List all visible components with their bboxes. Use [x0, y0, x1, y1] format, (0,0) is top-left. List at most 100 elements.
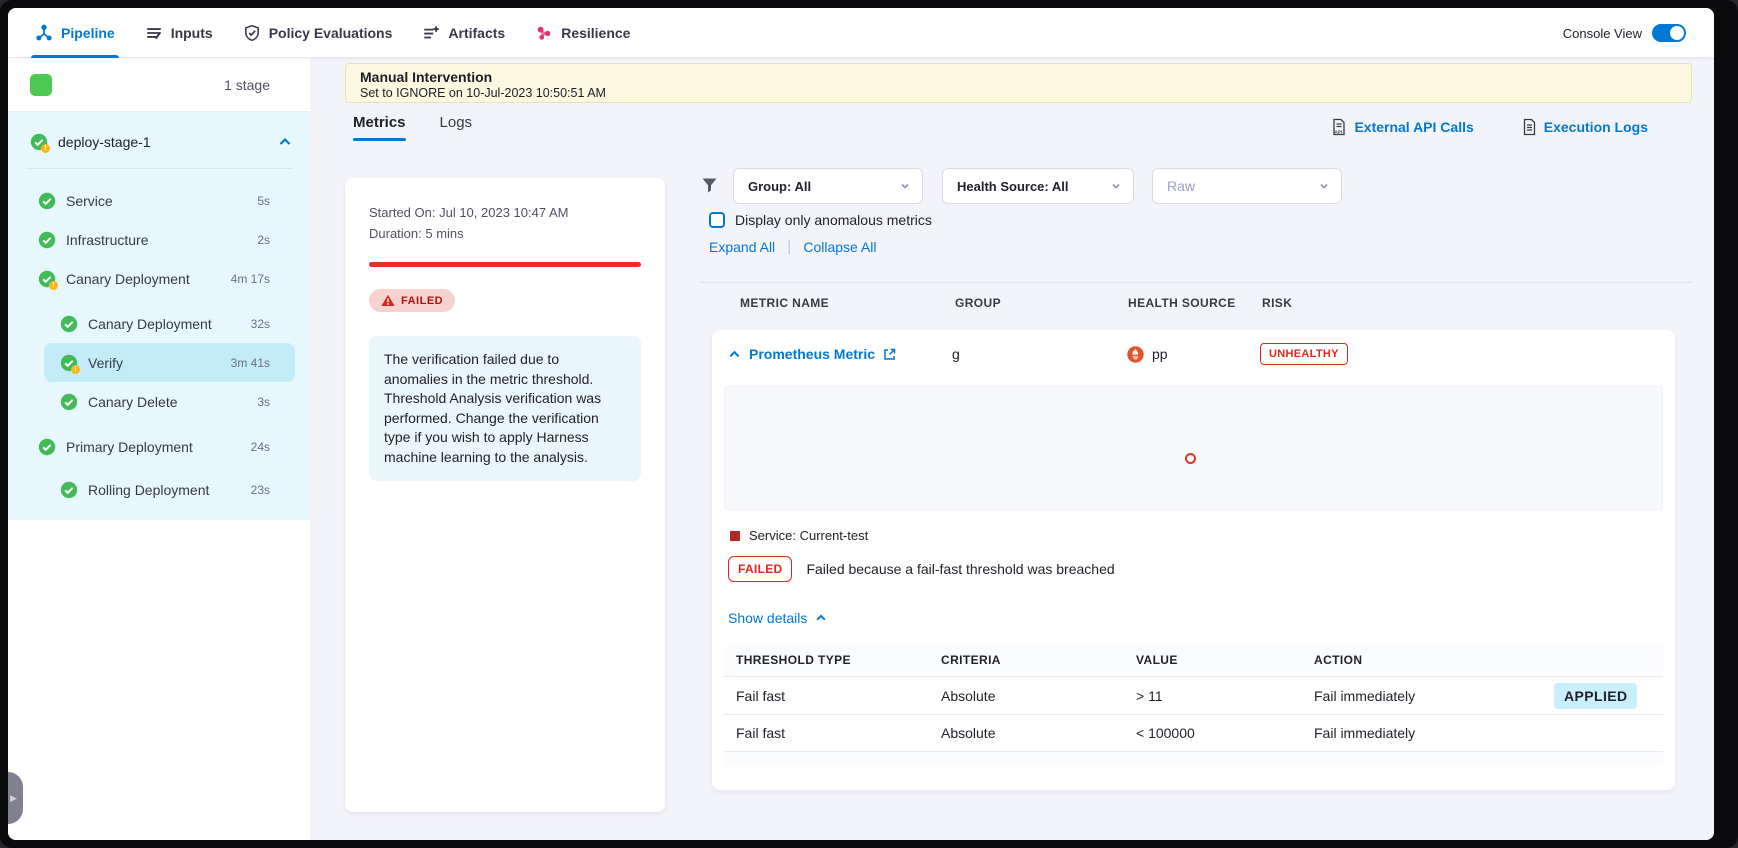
step-primary-deployment[interactable]: Primary Deployment 24s	[8, 427, 310, 466]
banner-title: Manual Intervention	[360, 69, 1677, 85]
col-value: VALUE	[1136, 653, 1314, 667]
tab-logs[interactable]: Logs	[440, 114, 473, 141]
external-link-icon[interactable]	[883, 348, 896, 361]
col-criteria: CRITERIA	[941, 653, 1136, 667]
col-header-health-source: HEALTH SOURCE	[1128, 296, 1236, 310]
step-label: Infrastructure	[66, 232, 257, 248]
tab-pipeline[interactable]: Pipeline	[35, 8, 115, 58]
anomalous-metrics-checkbox[interactable]	[709, 212, 725, 228]
stage-header: 1 stage	[8, 58, 310, 112]
verification-message: The verification failed due to anomalies…	[369, 336, 641, 481]
tab-inputs[interactable]: Inputs	[145, 8, 213, 58]
threshold-criteria: Absolute	[941, 725, 1136, 741]
metric-name-link[interactable]: Prometheus Metric	[749, 346, 875, 362]
arrow-right-icon: ▶	[10, 793, 17, 804]
toggle-knob	[1670, 26, 1684, 40]
step-rolling-deployment[interactable]: Rolling Deployment 23s	[8, 470, 310, 509]
external-api-calls-link[interactable]: API External API Calls	[1331, 118, 1473, 136]
chevron-up-icon[interactable]	[278, 135, 292, 149]
step-duration: 3s	[257, 395, 270, 409]
warning-badge-icon: !	[41, 144, 50, 153]
stage-name: deploy-stage-1	[58, 134, 278, 150]
failure-reason-text: Failed because a fail-fast threshold was…	[806, 561, 1114, 577]
legend-label: Service: Current-test	[749, 528, 868, 543]
threshold-criteria: Absolute	[941, 688, 1136, 704]
step-canary-deployment-group[interactable]: ! Canary Deployment 4m 17s	[8, 259, 310, 298]
sidebar-divider	[26, 168, 292, 169]
threshold-row: Fail fast Absolute > 11 Fail immediately…	[724, 676, 1663, 714]
step-duration: 3m 41s	[231, 356, 270, 370]
transaction-filter-dropdown[interactable]: Raw	[1152, 168, 1342, 204]
resilience-icon	[535, 24, 553, 42]
step-duration: 23s	[251, 483, 270, 497]
tab-artifacts-label: Artifacts	[448, 25, 505, 41]
failed-status-label: FAILED	[401, 295, 443, 307]
expand-collapse-row: Expand All | Collapse All	[709, 238, 876, 256]
transaction-filter-placeholder: Raw	[1167, 178, 1195, 194]
metric-chart	[724, 386, 1663, 510]
success-check-icon	[38, 231, 56, 249]
step-label: Primary Deployment	[66, 439, 251, 455]
group-filter-dropdown[interactable]: Group: All	[733, 168, 923, 204]
top-nav-tabs: Pipeline Inputs Policy Evaluations	[35, 8, 630, 58]
risk-badge: UNHEALTHY	[1260, 343, 1348, 365]
collapse-all-link[interactable]: Collapse All	[803, 239, 876, 255]
stage-warning-check-icon: !	[30, 133, 48, 151]
expand-panel-handle[interactable]: ▶	[8, 772, 23, 824]
panel-links: API External API Calls Execution Logs	[1331, 118, 1648, 136]
threshold-value: > 11	[1136, 688, 1314, 704]
shield-check-icon	[243, 24, 261, 42]
step-label: Canary Deployment	[66, 271, 231, 287]
legend-square-icon	[730, 531, 740, 541]
prometheus-icon	[1127, 346, 1144, 363]
step-service[interactable]: Service 5s	[8, 181, 310, 220]
expand-all-link[interactable]: Expand All	[709, 239, 775, 255]
applied-badge: APPLIED	[1554, 683, 1637, 709]
console-view-toggle[interactable]	[1652, 24, 1686, 42]
stage-panel: ! deploy-stage-1 Service 5s Infrastructu…	[8, 112, 310, 520]
step-verify[interactable]: ! Verify 3m 41s	[44, 343, 295, 382]
filter-icon[interactable]	[701, 177, 718, 194]
failed-progress-bar	[369, 262, 641, 267]
health-source-filter-dropdown[interactable]: Health Source: All	[942, 168, 1134, 204]
group-filter-value: Group: All	[748, 179, 811, 194]
execution-logs-link[interactable]: Execution Logs	[1522, 118, 1648, 136]
section-divider	[700, 282, 1692, 283]
top-nav: Pipeline Inputs Policy Evaluations	[8, 8, 1714, 58]
tab-resilience[interactable]: Resilience	[535, 8, 630, 58]
step-duration: 24s	[251, 440, 270, 454]
tab-metrics[interactable]: Metrics	[353, 114, 406, 141]
collapse-row-chevron-up-icon[interactable]	[728, 348, 741, 361]
step-label: Verify	[88, 355, 231, 371]
success-check-icon	[38, 438, 56, 456]
stage-group-row[interactable]: ! deploy-stage-1	[8, 122, 310, 162]
anomaly-point-marker[interactable]	[1185, 453, 1196, 464]
step-duration: 2s	[257, 233, 270, 247]
col-header-metric-name: METRIC NAME	[740, 296, 829, 310]
stage-status-square-icon	[30, 74, 52, 96]
api-document-icon: API	[1331, 118, 1347, 136]
svg-text:API: API	[1335, 130, 1343, 135]
success-check-icon	[60, 393, 78, 411]
step-infrastructure[interactable]: Infrastructure 2s	[8, 220, 310, 259]
success-check-icon	[60, 315, 78, 333]
metric-row: Prometheus Metric g pp UNHEALTHY	[712, 330, 1675, 378]
artifacts-icon	[422, 24, 440, 42]
threshold-details-table: THRESHOLD TYPE CRITERIA VALUE ACTION Fai…	[724, 644, 1663, 766]
step-canary-deployment[interactable]: Canary Deployment 32s	[8, 304, 310, 343]
step-duration: 32s	[251, 317, 270, 331]
step-duration: 4m 17s	[231, 272, 270, 286]
anomalous-metrics-checkbox-row[interactable]: Display only anomalous metrics	[709, 212, 932, 228]
show-details-toggle[interactable]: Show details	[728, 610, 827, 626]
console-view-label: Console View	[1563, 26, 1642, 41]
execution-sidebar: 1 stage ! deploy-stage-1 Service	[8, 58, 310, 840]
stage-count: 1 stage	[224, 77, 270, 93]
tab-policy-evaluations[interactable]: Policy Evaluations	[243, 8, 393, 58]
pipeline-icon	[35, 24, 53, 42]
step-label: Canary Deployment	[88, 316, 251, 332]
failed-status-badge: FAILED	[369, 289, 455, 312]
tab-artifacts[interactable]: Artifacts	[422, 8, 505, 58]
step-canary-delete[interactable]: Canary Delete 3s	[8, 382, 310, 421]
chevron-down-icon	[900, 181, 910, 191]
threshold-type: Fail fast	[736, 688, 941, 704]
